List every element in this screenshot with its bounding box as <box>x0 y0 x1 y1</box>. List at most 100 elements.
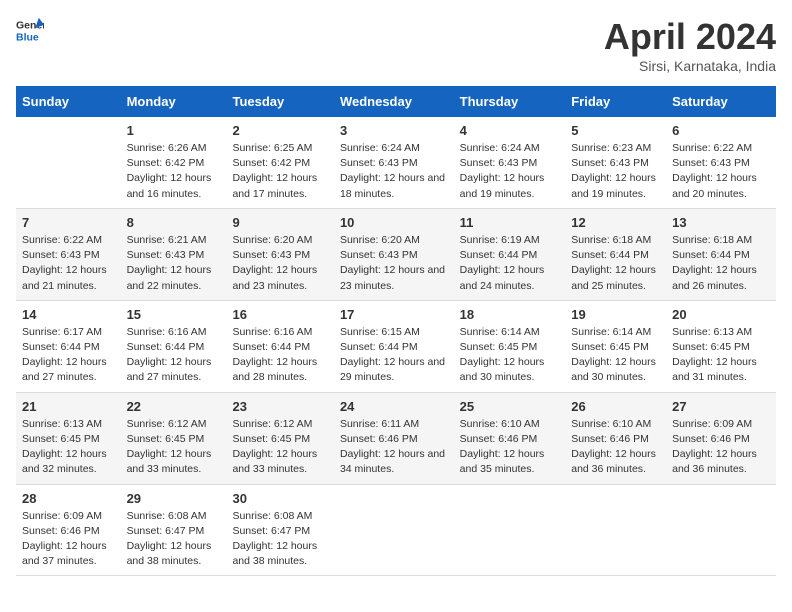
calendar-cell: 4 Sunrise: 6:24 AMSunset: 6:43 PMDaylight… <box>454 117 566 208</box>
day-number: 1 <box>127 123 221 138</box>
day-info: Sunrise: 6:12 AMSunset: 6:45 PMDaylight:… <box>127 417 221 478</box>
day-info: Sunrise: 6:09 AMSunset: 6:46 PMDaylight:… <box>22 509 115 570</box>
weekday-header-saturday: Saturday <box>666 86 776 117</box>
calendar-cell: 6 Sunrise: 6:22 AMSunset: 6:43 PMDaylight… <box>666 117 776 208</box>
day-number: 25 <box>460 399 560 414</box>
title-area: April 2024 Sirsi, Karnataka, India <box>604 16 776 74</box>
calendar-cell: 25 Sunrise: 6:10 AMSunset: 6:46 PMDayligh… <box>454 392 566 484</box>
day-info: Sunrise: 6:09 AMSunset: 6:46 PMDaylight:… <box>672 417 770 478</box>
weekday-header-friday: Friday <box>565 86 666 117</box>
day-info: Sunrise: 6:14 AMSunset: 6:45 PMDaylight:… <box>460 325 560 386</box>
day-info: Sunrise: 6:08 AMSunset: 6:47 PMDaylight:… <box>127 509 221 570</box>
calendar-cell: 3Sunrise: 6:24 AMSunset: 6:43 PMDaylight… <box>334 117 454 208</box>
day-info: Sunrise: 6:16 AMSunset: 6:44 PMDaylight:… <box>232 325 327 386</box>
day-info: Sunrise: 6:24 AMSunset: 6:43 PMDaylight:… <box>460 141 560 202</box>
weekday-header-tuesday: Tuesday <box>226 86 333 117</box>
day-info: Sunrise: 6:10 AMSunset: 6:46 PMDaylight:… <box>571 417 660 478</box>
day-info: Sunrise: 6:08 AMSunset: 6:47 PMDaylight:… <box>232 509 327 570</box>
day-info: Sunrise: 6:13 AMSunset: 6:45 PMDaylight:… <box>672 325 770 386</box>
day-number: 20 <box>672 307 770 322</box>
day-info: Sunrise: 6:19 AMSunset: 6:44 PMDaylight:… <box>460 233 560 294</box>
calendar-cell: 7Sunrise: 6:22 AMSunset: 6:43 PMDaylight… <box>16 208 121 300</box>
calendar-cell: 9 Sunrise: 6:20 AMSunset: 6:43 PMDaylight… <box>226 208 333 300</box>
calendar-cell <box>334 484 454 576</box>
day-number: 6 <box>672 123 770 138</box>
logo: General Blue <box>16 16 44 44</box>
day-number: 23 <box>232 399 327 414</box>
calendar-cell: 10 Sunrise: 6:20 AMSunset: 6:43 PMDayligh… <box>334 208 454 300</box>
day-info: Sunrise: 6:21 AMSunset: 6:43 PMDaylight:… <box>127 233 221 294</box>
calendar-cell: 26 Sunrise: 6:10 AMSunset: 6:46 PMDayligh… <box>565 392 666 484</box>
calendar-cell: 8Sunrise: 6:21 AMSunset: 6:43 PMDaylight… <box>121 208 227 300</box>
day-info: Sunrise: 6:22 AMSunset: 6:43 PMDaylight:… <box>22 233 115 294</box>
day-number: 18 <box>460 307 560 322</box>
calendar-table: SundayMondayTuesdayWednesdayThursdayFrid… <box>16 86 776 576</box>
day-number: 16 <box>232 307 327 322</box>
day-info: Sunrise: 6:17 AMSunset: 6:44 PMDaylight:… <box>22 325 115 386</box>
day-info: Sunrise: 6:18 AMSunset: 6:44 PMDaylight:… <box>672 233 770 294</box>
day-info: Sunrise: 6:20 AMSunset: 6:43 PMDaylight:… <box>232 233 327 294</box>
day-info: Sunrise: 6:10 AMSunset: 6:46 PMDaylight:… <box>460 417 560 478</box>
calendar-week-row: 28 Sunrise: 6:09 AMSunset: 6:46 PMDayligh… <box>16 484 776 576</box>
day-number: 15 <box>127 307 221 322</box>
calendar-cell: 27 Sunrise: 6:09 AMSunset: 6:46 PMDayligh… <box>666 392 776 484</box>
weekday-header-thursday: Thursday <box>454 86 566 117</box>
day-number: 13 <box>672 215 770 230</box>
day-number: 11 <box>460 215 560 230</box>
calendar-cell: 14 Sunrise: 6:17 AMSunset: 6:44 PMDayligh… <box>16 300 121 392</box>
calendar-body: 1 Sunrise: 6:26 AMSunset: 6:42 PMDaylight… <box>16 117 776 576</box>
day-info: Sunrise: 6:15 AMSunset: 6:44 PMDaylight:… <box>340 325 448 386</box>
day-number: 21 <box>22 399 115 414</box>
day-number: 10 <box>340 215 448 230</box>
day-number: 5 <box>571 123 660 138</box>
calendar-cell: 17 Sunrise: 6:15 AMSunset: 6:44 PMDayligh… <box>334 300 454 392</box>
day-info: Sunrise: 6:13 AMSunset: 6:45 PMDaylight:… <box>22 417 115 478</box>
day-number: 28 <box>22 491 115 506</box>
day-number: 9 <box>232 215 327 230</box>
calendar-cell: 28 Sunrise: 6:09 AMSunset: 6:46 PMDayligh… <box>16 484 121 576</box>
day-info: Sunrise: 6:12 AMSunset: 6:45 PMDaylight:… <box>232 417 327 478</box>
calendar-cell <box>16 117 121 208</box>
calendar-cell <box>454 484 566 576</box>
day-number: 22 <box>127 399 221 414</box>
page-subtitle: Sirsi, Karnataka, India <box>604 58 776 74</box>
calendar-cell: 15 Sunrise: 6:16 AMSunset: 6:44 PMDayligh… <box>121 300 227 392</box>
calendar-cell <box>565 484 666 576</box>
calendar-cell: 13 Sunrise: 6:18 AMSunset: 6:44 PMDayligh… <box>666 208 776 300</box>
day-number: 27 <box>672 399 770 414</box>
day-number: 24 <box>340 399 448 414</box>
day-info: Sunrise: 6:26 AMSunset: 6:42 PMDaylight:… <box>127 141 221 202</box>
day-number: 17 <box>340 307 448 322</box>
calendar-cell: 22 Sunrise: 6:12 AMSunset: 6:45 PMDayligh… <box>121 392 227 484</box>
day-number: 12 <box>571 215 660 230</box>
calendar-cell: 12Sunrise: 6:18 AMSunset: 6:44 PMDayligh… <box>565 208 666 300</box>
day-info: Sunrise: 6:16 AMSunset: 6:44 PMDaylight:… <box>127 325 221 386</box>
weekday-header-row: SundayMondayTuesdayWednesdayThursdayFrid… <box>16 86 776 117</box>
day-info: Sunrise: 6:14 AMSunset: 6:45 PMDaylight:… <box>571 325 660 386</box>
calendar-header: SundayMondayTuesdayWednesdayThursdayFrid… <box>16 86 776 117</box>
day-info: Sunrise: 6:11 AMSunset: 6:46 PMDaylight:… <box>340 417 448 478</box>
day-number: 4 <box>460 123 560 138</box>
calendar-week-row: 1 Sunrise: 6:26 AMSunset: 6:42 PMDaylight… <box>16 117 776 208</box>
day-number: 26 <box>571 399 660 414</box>
day-info: Sunrise: 6:23 AMSunset: 6:43 PMDaylight:… <box>571 141 660 202</box>
calendar-cell: 1 Sunrise: 6:26 AMSunset: 6:42 PMDaylight… <box>121 117 227 208</box>
calendar-cell: 23 Sunrise: 6:12 AMSunset: 6:45 PMDayligh… <box>226 392 333 484</box>
calendar-cell: 11 Sunrise: 6:19 AMSunset: 6:44 PMDayligh… <box>454 208 566 300</box>
weekday-header-monday: Monday <box>121 86 227 117</box>
calendar-week-row: 14 Sunrise: 6:17 AMSunset: 6:44 PMDayligh… <box>16 300 776 392</box>
calendar-week-row: 7Sunrise: 6:22 AMSunset: 6:43 PMDaylight… <box>16 208 776 300</box>
day-number: 14 <box>22 307 115 322</box>
day-info: Sunrise: 6:22 AMSunset: 6:43 PMDaylight:… <box>672 141 770 202</box>
page-title: April 2024 <box>604 16 776 58</box>
calendar-cell: 5 Sunrise: 6:23 AMSunset: 6:43 PMDaylight… <box>565 117 666 208</box>
generalblue-icon: General Blue <box>16 16 44 44</box>
day-info: Sunrise: 6:20 AMSunset: 6:43 PMDaylight:… <box>340 233 448 294</box>
day-number: 2 <box>232 123 327 138</box>
calendar-cell: 20 Sunrise: 6:13 AMSunset: 6:45 PMDayligh… <box>666 300 776 392</box>
weekday-header-wednesday: Wednesday <box>334 86 454 117</box>
calendar-cell <box>666 484 776 576</box>
calendar-cell: 16 Sunrise: 6:16 AMSunset: 6:44 PMDayligh… <box>226 300 333 392</box>
header: General Blue April 2024 Sirsi, Karnataka… <box>16 16 776 74</box>
day-info: Sunrise: 6:25 AMSunset: 6:42 PMDaylight:… <box>232 141 327 202</box>
